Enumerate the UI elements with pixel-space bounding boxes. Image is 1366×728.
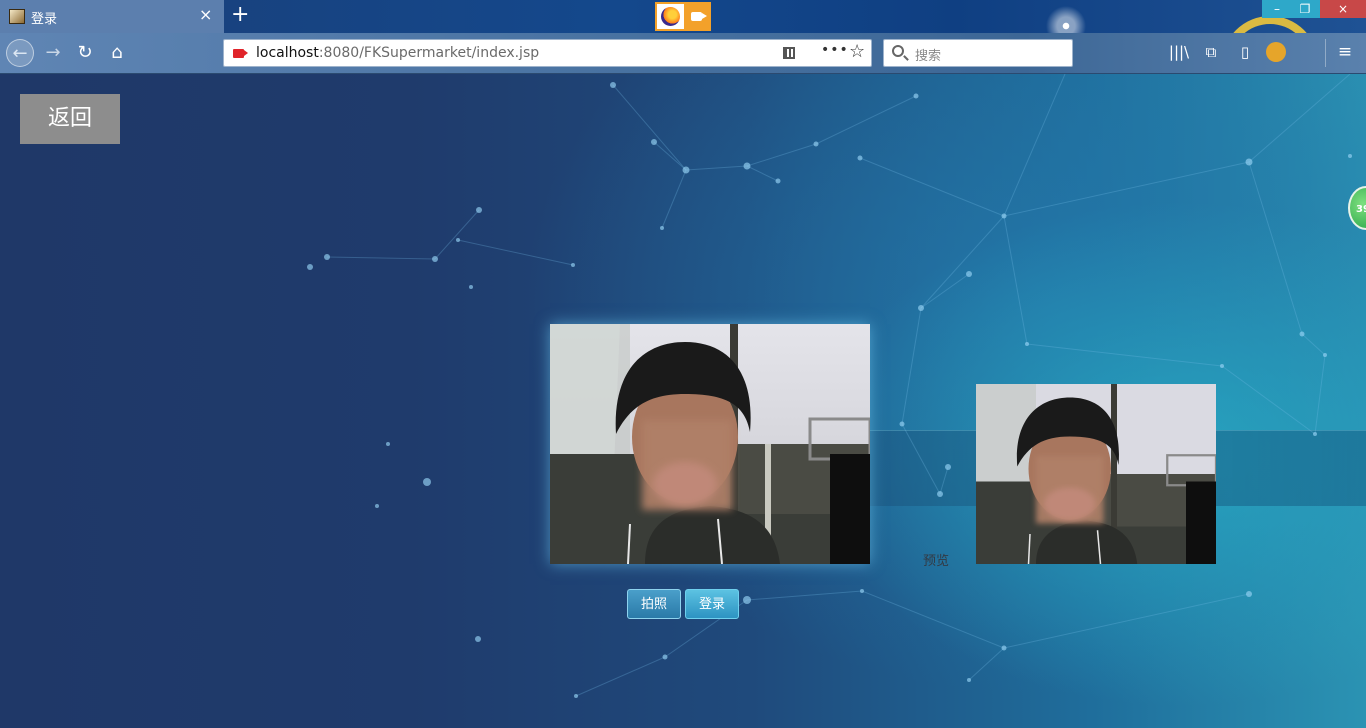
search-icon <box>892 45 904 57</box>
sync-icon[interactable]: ⧉ <box>1200 41 1222 63</box>
url-host: localhost <box>256 45 319 61</box>
home-icon[interactable]: ⌂ <box>103 39 131 67</box>
back-button[interactable]: 返回 <box>20 94 120 144</box>
take-photo-button[interactable]: 拍照 <box>627 589 681 619</box>
bookmark-star-icon[interactable]: ☆ <box>849 41 865 62</box>
reload-icon[interactable]: ↻ <box>71 39 99 67</box>
sidebar-icon[interactable]: ▯ <box>1234 41 1256 63</box>
preview-photo <box>976 384 1216 564</box>
login-button[interactable]: 登录 <box>685 589 739 619</box>
window-close-button[interactable]: × <box>1320 0 1366 18</box>
tab-extension-indicator[interactable] <box>655 2 711 31</box>
search-bar[interactable]: 搜索 <box>883 39 1073 67</box>
tab-close-icon[interactable]: × <box>199 6 212 24</box>
page-actions-icon[interactable]: ••• <box>821 42 849 58</box>
url-path: :8080/FKSupermarket/index.jsp <box>318 45 540 61</box>
url-text[interactable]: localhost:8080/FKSupermarket/index.jsp <box>256 45 539 61</box>
window-minimize-button[interactable]: – <box>1262 0 1292 18</box>
new-tab-button[interactable]: + <box>231 3 249 27</box>
monkey-extension-icon[interactable] <box>1266 42 1286 62</box>
library-icon[interactable]: |||\ <box>1168 41 1190 63</box>
camera-permission-icon[interactable] <box>233 49 248 58</box>
url-bar[interactable]: localhost:8080/FKSupermarket/index.jsp •… <box>223 39 872 67</box>
firefox-icon <box>657 4 684 29</box>
camera-sharing-icon <box>691 12 707 21</box>
tab-favicon-icon <box>9 9 25 24</box>
page-content: 返回 预览 拍照 登录 3 <box>0 74 1366 728</box>
browser-nav-bar: ← → ↻ ⌂ localhost:8080/FKSupermarket/ind… <box>0 33 1366 74</box>
browser-tab-login[interactable]: 登录 × <box>0 0 224 33</box>
camera-video-feed <box>550 324 870 564</box>
qr-code-icon[interactable] <box>783 47 795 59</box>
window-restore-button[interactable]: ❐ <box>1290 0 1320 18</box>
preview-label: 预览 <box>923 554 950 569</box>
search-placeholder: 搜索 <box>915 49 942 64</box>
hamburger-menu-icon[interactable]: ≡ <box>1334 41 1356 63</box>
photo-preview-image <box>976 384 1216 564</box>
tab-title: 登录 <box>31 12 58 27</box>
browser-tab-bar: 登录 × + – ❐ × <box>0 0 1366 112</box>
camera-video-image <box>550 324 870 564</box>
forward-arrow-icon[interactable]: → <box>39 39 67 67</box>
back-arrow-icon[interactable]: ← <box>6 39 34 67</box>
toolbar-separator <box>1325 39 1326 67</box>
